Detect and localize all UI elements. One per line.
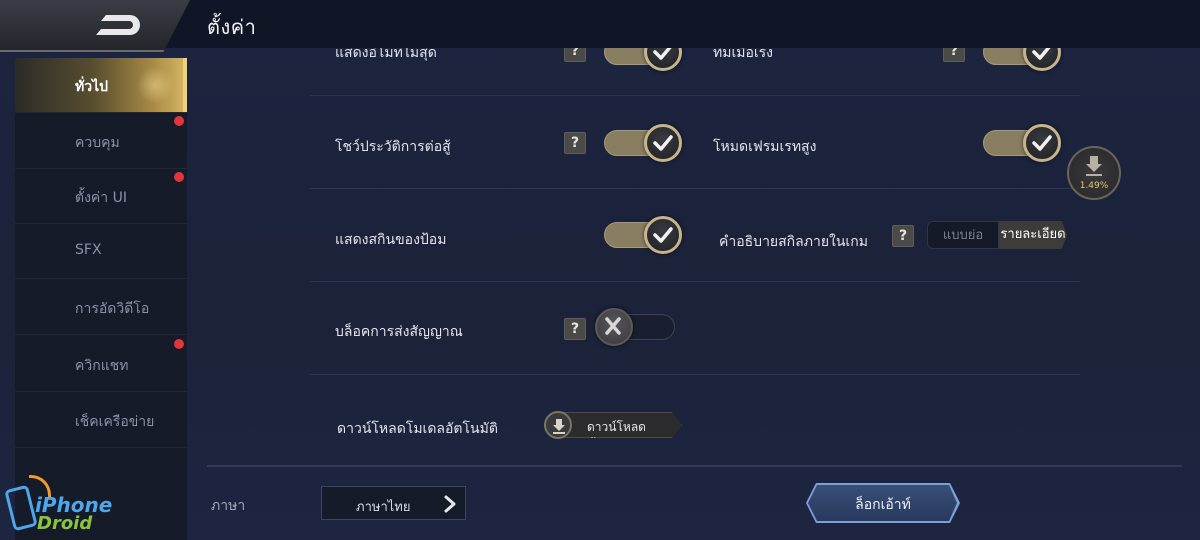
download-icon <box>544 411 572 439</box>
back-arrow-icon <box>96 15 140 35</box>
row-divider <box>310 374 1080 375</box>
skin-tower-toggle[interactable] <box>604 216 684 254</box>
language-label: ภาษา <box>211 498 246 514</box>
sidebar-item-ui-settings[interactable]: ตั้งค่า UI <box>15 169 187 224</box>
option-detailed[interactable]: รายละเอียด <box>999 221 1067 249</box>
sidebar-item-quick-chat[interactable]: ควิกแชท <box>15 337 187 392</box>
skill-desc-segmented: แบบย่อ รายละเอียด <box>927 221 1067 249</box>
sidebar-item-label: SFX <box>75 242 102 258</box>
logout-button[interactable]: ล็อกเอ้าท์ <box>806 483 960 523</box>
sidebar: ทั่วไป ควบคุม ตั้งค่า UI SFX การอัดวิดีโ… <box>15 58 187 540</box>
page-title-overlay: ตั้งค่า <box>207 15 257 39</box>
battle-history-label: โชว์ประวัติการต่อสู้ <box>335 139 451 155</box>
help-icon[interactable]: ? <box>892 225 914 247</box>
block-signal-toggle[interactable] <box>595 308 675 346</box>
row-divider <box>310 188 1080 189</box>
notification-badge <box>174 116 184 126</box>
row-divider <box>310 95 1080 96</box>
sidebar-item-sfx[interactable]: SFX <box>15 224 187 279</box>
high-frame-label: โหมดเฟรมเรทสูง <box>713 139 817 155</box>
sidebar-item-video-recording[interactable]: การอัดวิดีโอ <box>15 280 187 335</box>
language-value: ภาษาไทย <box>356 500 411 515</box>
sidebar-item-label: การอัดวิดีโอ <box>75 301 150 317</box>
logout-label: ล็อกเอ้าท์ <box>855 497 911 513</box>
watermark-text-bottom: Droid <box>37 513 93 534</box>
sidebar-item-label: ทั่วไป <box>75 79 109 95</box>
download-percent: 1.49% <box>1079 181 1109 191</box>
check-icon <box>644 124 682 162</box>
skill-desc-label: คำอธิบายสกิลภายในเกม <box>719 234 868 250</box>
help-icon[interactable]: ? <box>564 132 586 154</box>
sidebar-item-label: ควบคุม <box>75 135 120 151</box>
check-icon <box>644 216 682 254</box>
skin-tower-label: แสดงสกินของป้อม <box>335 232 447 248</box>
top-bar-cover <box>190 0 1200 48</box>
iphonedroid-watermark-logo: iPhone Droid <box>4 475 125 535</box>
download-all-button[interactable]: ดาวน์โหลดทั้งหมด <box>544 411 682 439</box>
option-brief[interactable]: แบบย่อ <box>927 221 999 249</box>
chevron-right-icon <box>444 495 456 513</box>
row-divider <box>310 281 1080 282</box>
sidebar-item-label: เช็คเครือข่าย <box>75 414 155 430</box>
download-icon <box>1086 156 1102 176</box>
auto-download-label: ดาวน์โหลดโมเดลอัตโนมัติ <box>337 421 498 437</box>
sidebar-item-general[interactable]: ทั่วไป <box>15 58 187 113</box>
check-icon <box>1023 124 1061 162</box>
battle-history-toggle[interactable] <box>604 124 684 162</box>
language-select[interactable]: ภาษาไทย <box>321 486 466 520</box>
high-frame-toggle[interactable] <box>983 124 1063 162</box>
back-button[interactable] <box>0 0 190 52</box>
sidebar-item-label: ควิกแชท <box>75 358 129 374</box>
block-signal-label: บล็อคการส่งสัญญาณ <box>335 324 463 340</box>
close-icon <box>595 308 633 346</box>
sidebar-item-controls[interactable]: ควบคุม <box>15 114 187 169</box>
sidebar-item-network-check[interactable]: เช็คเครือข่าย <box>15 393 187 448</box>
sidebar-item-label: ตั้งค่า UI <box>75 190 127 206</box>
bottom-divider <box>207 465 1182 467</box>
notification-badge <box>174 339 184 349</box>
download-progress-button[interactable]: 1.49% <box>1067 146 1121 200</box>
sparkle-decoration <box>135 68 175 102</box>
notification-badge <box>174 172 184 182</box>
help-icon[interactable]: ? <box>564 318 586 340</box>
